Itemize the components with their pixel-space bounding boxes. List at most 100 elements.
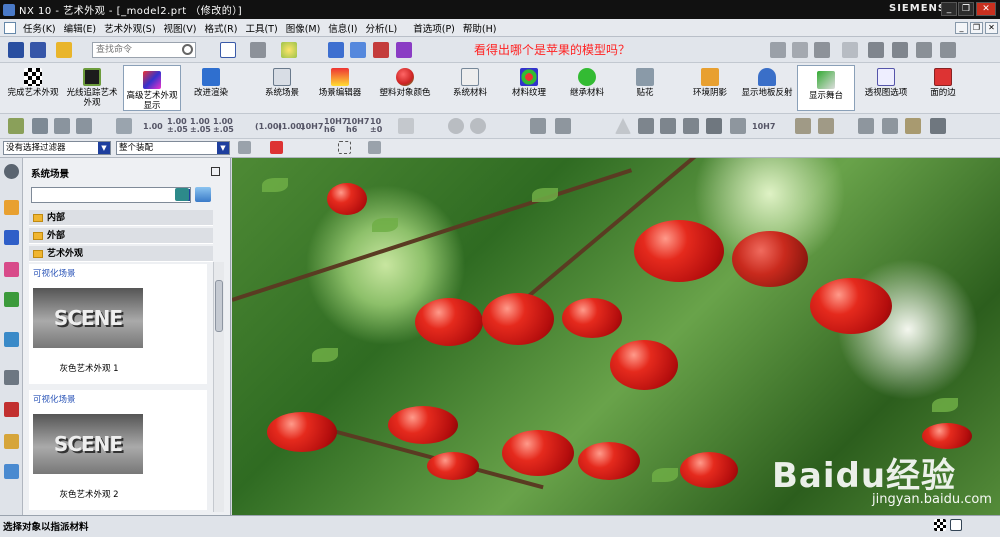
scene-item[interactable]: 可视化场景 SCENE 灰色艺术外观 2 <box>29 390 207 510</box>
scope-select[interactable]: 整个装配 ▼ <box>116 141 230 155</box>
leader-icon[interactable] <box>398 118 414 134</box>
advanced-display-button[interactable]: 高级艺术外观 显示 <box>123 65 181 111</box>
radius-icon[interactable] <box>470 118 486 134</box>
layer-icon[interactable] <box>328 42 344 58</box>
dim-tol-3[interactable]: 1.00 ±.05 <box>213 118 234 134</box>
dim-tol-2[interactable]: 1.00 ±.05 <box>190 118 211 134</box>
search-icon[interactable] <box>182 44 193 55</box>
wrench-icon[interactable] <box>916 42 932 58</box>
doc-close-button[interactable]: ✕ <box>985 22 998 34</box>
roles-icon[interactable] <box>4 464 19 479</box>
body-icon[interactable] <box>814 42 830 58</box>
snap-point-icon[interactable] <box>270 141 283 154</box>
system-scene-button[interactable]: 系统场景 <box>258 63 306 112</box>
part-b-icon[interactable] <box>818 118 834 134</box>
reuse-library-icon[interactable] <box>4 292 19 307</box>
material-texture-button[interactable]: 材料纹理 <box>505 63 553 112</box>
save-as-icon[interactable] <box>30 42 46 58</box>
constraint-navigator-icon[interactable] <box>4 230 19 245</box>
scrollbar-thumb[interactable] <box>215 280 223 332</box>
menu-help[interactable]: 帮助(H) <box>459 21 501 35</box>
folder-art-appearance[interactable]: 艺术外观 <box>29 246 213 262</box>
improve-render-button[interactable]: 改进渲染 <box>186 63 236 112</box>
menu-edit[interactable]: 编辑(E) <box>60 21 100 35</box>
part-navigator-icon[interactable] <box>4 262 19 277</box>
menu-format[interactable]: 格式(R) <box>200 21 241 35</box>
maximize-icon[interactable] <box>211 167 220 176</box>
fixture-icon[interactable] <box>940 42 956 58</box>
plastic-color-button[interactable]: 塑料对象颜色 <box>375 63 435 112</box>
fit-3[interactable]: 10H7 h6 <box>346 118 369 134</box>
marker-icon[interactable] <box>730 118 746 134</box>
menu-task[interactable]: 任务(K) <box>19 21 60 35</box>
perspective-options-button[interactable]: 透视图选项 <box>859 63 913 112</box>
minimize-button[interactable]: _ <box>941 2 957 16</box>
finish-flag-icon[interactable] <box>934 519 946 531</box>
edit-object-icon[interactable] <box>373 42 389 58</box>
dim-tol-1[interactable]: 1.00 ±.05 <box>167 118 188 134</box>
diameter-icon[interactable] <box>448 118 464 134</box>
panel-scrollbar[interactable] <box>213 262 224 512</box>
save-icon[interactable] <box>8 42 24 58</box>
menu-view[interactable]: 视图(V) <box>160 21 201 35</box>
inherit-material-button[interactable]: 继承材料 <box>563 63 611 112</box>
sheet-icon[interactable] <box>842 42 858 58</box>
system-materials-icon[interactable] <box>4 402 19 417</box>
history-icon[interactable] <box>4 370 19 385</box>
document-icon[interactable] <box>4 21 16 34</box>
pmi-frame-icon[interactable] <box>116 118 132 134</box>
decal-button[interactable]: 贴花 <box>625 63 665 112</box>
bolt-icon[interactable] <box>892 42 908 58</box>
face-edges-button[interactable]: 面的边 <box>920 63 966 112</box>
component-icon[interactable] <box>792 42 808 58</box>
graphics-window[interactable]: Baidu经验 jingyan.baidu.com <box>232 158 1000 515</box>
pmi-sketch-icon[interactable] <box>32 118 48 134</box>
ambient-shadow-button[interactable]: 环境阴影 <box>685 63 735 112</box>
cylinder-icon[interactable] <box>858 118 874 134</box>
part-a-icon[interactable] <box>795 118 811 134</box>
fit-4[interactable]: 10 ±0 <box>370 118 382 134</box>
fit-5[interactable]: 10H7 <box>752 122 775 131</box>
restore-button[interactable]: ❐ <box>958 2 974 16</box>
web-browser-icon[interactable] <box>4 332 19 347</box>
check-icon[interactable] <box>8 118 24 134</box>
filter-settings-icon[interactable] <box>238 141 251 154</box>
curve-rule-icon[interactable] <box>368 141 381 154</box>
object-display-icon[interactable] <box>350 42 366 58</box>
region-icon[interactable] <box>706 118 722 134</box>
scene-editor-button[interactable]: 场景编辑器 <box>314 63 366 112</box>
menu-info[interactable]: 信息(I) <box>324 21 361 35</box>
selection-tool-icon[interactable] <box>56 42 72 58</box>
doc-minimize-button[interactable]: _ <box>955 22 968 34</box>
tools-icon[interactable] <box>930 118 946 134</box>
picture-icon[interactable] <box>195 187 211 202</box>
target-icon[interactable] <box>683 118 699 134</box>
dim-1[interactable]: 1.00 <box>143 122 163 131</box>
system-material-button[interactable]: 系统材料 <box>446 63 494 112</box>
ray-trace-button[interactable]: 光线追踪艺术 外观 <box>62 63 122 112</box>
floor-reflection-button[interactable]: 显示地板反射 <box>738 63 796 112</box>
system-scenes-icon[interactable] <box>4 434 19 449</box>
window-icon[interactable] <box>950 519 962 531</box>
selection-filter-select[interactable]: 没有选择过滤器 ▼ <box>3 141 111 155</box>
menu-analysis[interactable]: 分析(L) <box>362 21 402 35</box>
feature-icon[interactable] <box>530 118 546 134</box>
weld-icon[interactable] <box>660 118 676 134</box>
assembly-icon[interactable] <box>770 42 786 58</box>
fit-2[interactable]: 10H7 h6 <box>324 118 347 134</box>
render-style-icon[interactable] <box>250 42 266 58</box>
sheet-metal-icon[interactable] <box>905 118 921 134</box>
paint-brush-icon[interactable] <box>396 42 412 58</box>
folder-exterior[interactable]: 外部 <box>29 228 213 244</box>
back-arrow-icon[interactable] <box>175 188 189 201</box>
pmi-note-icon[interactable] <box>54 118 70 134</box>
apple-model[interactable] <box>732 231 808 287</box>
pmi-datum-icon[interactable] <box>76 118 92 134</box>
surface-finish-icon[interactable] <box>638 118 654 134</box>
finish-art-appearance-button[interactable]: 完成艺术外观 <box>4 63 62 112</box>
scene-item[interactable]: 可视化场景 SCENE 灰色艺术外观 1 <box>29 264 207 384</box>
gear-icon[interactable] <box>4 164 19 179</box>
fit-1[interactable]: 10H7 <box>300 122 323 131</box>
surface-icon[interactable] <box>555 118 571 134</box>
doc-restore-button[interactable]: ❐ <box>970 22 983 34</box>
